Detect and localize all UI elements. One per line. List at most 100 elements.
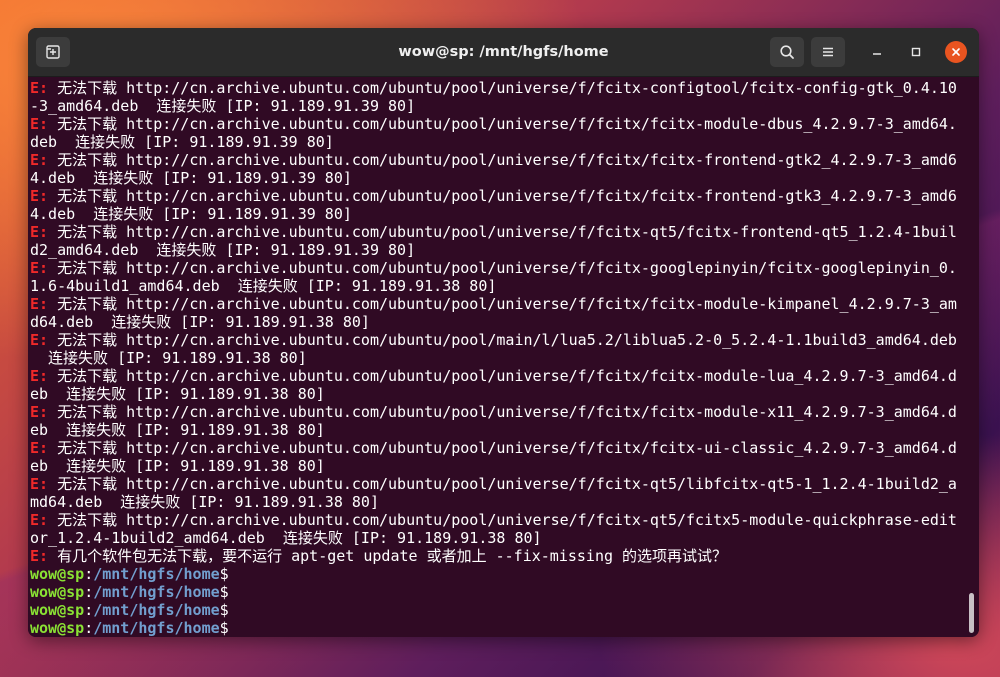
error-line: E: 无法下载 http://cn.archive.ubuntu.com/ubu… [30,223,979,241]
output-text: d2_amd64.deb 连接失败 [IP: 91.189.91.39 80] [30,241,416,259]
prompt-user: wow@sp [30,565,85,583]
prompt-path: /mnt/hgfs/home [93,619,220,637]
prompt-line: wow@sp:/mnt/hgfs/home$ [30,619,979,637]
prompt-colon: : [84,619,94,637]
error-prefix: E: [30,259,49,277]
error-prefix: E: [30,511,49,529]
error-message: 无法下载 http://cn.archive.ubuntu.com/ubuntu… [48,151,957,169]
output-line: deb 连接失败 [IP: 91.189.91.39 80] [30,133,979,151]
output-line: 1.6-4build1_amd64.deb 连接失败 [IP: 91.189.9… [30,277,979,295]
error-message: 无法下载 http://cn.archive.ubuntu.com/ubuntu… [48,475,957,493]
error-prefix: E: [30,295,49,313]
error-line: E: 无法下载 http://cn.archive.ubuntu.com/ubu… [30,511,979,529]
prompt-line: wow@sp:/mnt/hgfs/home$ [30,565,979,583]
output-text: -3_amd64.deb 连接失败 [IP: 91.189.91.39 80] [30,97,416,115]
output-text: eb 连接失败 [IP: 91.189.91.38 80] [30,385,325,403]
minimize-button[interactable] [866,41,888,63]
error-line: E: 无法下载 http://cn.archive.ubuntu.com/ubu… [30,151,979,169]
error-message: 无法下载 http://cn.archive.ubuntu.com/ubuntu… [48,403,957,421]
error-prefix: E: [30,547,49,565]
error-prefix: E: [30,79,49,97]
terminal-window[interactable]: wow@sp: /mnt/hgfs/home E: 无法下载 http://cn… [28,28,979,637]
prompt-colon: : [84,583,94,601]
terminal-cursor[interactable] [229,619,238,636]
output-line: 4.deb 连接失败 [IP: 91.189.91.39 80] [30,205,979,223]
search-icon [780,45,794,59]
output-text: md64.deb 连接失败 [IP: 91.189.91.38 80] [30,493,379,511]
output-text: 1.6-4build1_amd64.deb 连接失败 [IP: 91.189.9… [30,277,497,295]
error-prefix: E: [30,223,49,241]
output-line: eb 连接失败 [IP: 91.189.91.38 80] [30,421,979,439]
maximize-button[interactable] [905,41,927,63]
output-line: d2_amd64.deb 连接失败 [IP: 91.189.91.39 80] [30,241,979,259]
error-message: 无法下载 http://cn.archive.ubuntu.com/ubuntu… [48,187,957,205]
error-message: 无法下载 http://cn.archive.ubuntu.com/ubuntu… [48,115,957,133]
error-prefix: E: [30,187,49,205]
error-line: E: 无法下载 http://cn.archive.ubuntu.com/ubu… [30,115,979,133]
prompt-path: /mnt/hgfs/home [93,565,220,583]
minimize-icon [873,53,881,55]
output-line: -3_amd64.deb 连接失败 [IP: 91.189.91.39 80] [30,97,979,115]
prompt-dollar: $ [219,601,229,619]
error-line: E: 无法下载 http://cn.archive.ubuntu.com/ubu… [30,367,979,385]
error-prefix: E: [30,475,49,493]
error-line: E: 无法下载 http://cn.archive.ubuntu.com/ubu… [30,475,979,493]
close-button[interactable] [945,41,967,63]
output-text: deb 连接失败 [IP: 91.189.91.39 80] [30,133,334,151]
hamburger-menu-icon [823,47,833,57]
output-text: eb 连接失败 [IP: 91.189.91.38 80] [30,421,325,439]
output-text: d64.deb 连接失败 [IP: 91.189.91.38 80] [30,313,370,331]
prompt-path: /mnt/hgfs/home [93,583,220,601]
output-line: md64.deb 连接失败 [IP: 91.189.91.38 80] [30,493,979,511]
error-message: 无法下载 http://cn.archive.ubuntu.com/ubuntu… [48,331,957,349]
output-text: 连接失败 [IP: 91.189.91.38 80] [30,349,307,367]
title-bar[interactable]: wow@sp: /mnt/hgfs/home [28,28,979,77]
error-message: 无法下载 http://cn.archive.ubuntu.com/ubuntu… [48,79,957,97]
error-message: 无法下载 http://cn.archive.ubuntu.com/ubuntu… [48,259,957,277]
error-prefix: E: [30,439,49,457]
error-prefix: E: [30,331,49,349]
prompt-line: wow@sp:/mnt/hgfs/home$ [30,601,979,619]
error-line: E: 无法下载 http://cn.archive.ubuntu.com/ubu… [30,331,979,349]
prompt-colon: : [84,601,94,619]
terminal-output[interactable]: E: 无法下载 http://cn.archive.ubuntu.com/ubu… [28,77,979,637]
prompt-dollar: $ [219,565,229,583]
error-prefix: E: [30,115,49,133]
output-line: 连接失败 [IP: 91.189.91.38 80] [30,349,979,367]
error-prefix: E: [30,367,49,385]
error-line: E: 无法下载 http://cn.archive.ubuntu.com/ubu… [30,259,979,277]
terminal-scrollbar[interactable] [969,593,974,633]
new-tab-button[interactable] [36,37,70,67]
error-message: 无法下载 http://cn.archive.ubuntu.com/ubuntu… [48,367,957,385]
new-tab-icon [46,45,60,59]
error-message: 有几个软件包无法下载，要不运行 apt-get update 或者加上 --fi… [48,547,728,565]
error-line: E: 无法下载 http://cn.archive.ubuntu.com/ubu… [30,439,979,457]
output-text: or_1.2.4-1build2_amd64.deb 连接失败 [IP: 91.… [30,529,542,547]
maximize-icon [911,47,921,57]
error-prefix: E: [30,403,49,421]
prompt-colon: : [84,565,94,583]
menu-button[interactable] [811,37,845,67]
error-line: E: 无法下载 http://cn.archive.ubuntu.com/ubu… [30,79,979,97]
search-button[interactable] [770,37,804,67]
prompt-line: wow@sp:/mnt/hgfs/home$ [30,583,979,601]
error-message: 无法下载 http://cn.archive.ubuntu.com/ubuntu… [48,511,957,529]
error-line: E: 无法下载 http://cn.archive.ubuntu.com/ubu… [30,295,979,313]
output-line: 4.deb 连接失败 [IP: 91.189.91.39 80] [30,169,979,187]
output-line: eb 连接失败 [IP: 91.189.91.38 80] [30,385,979,403]
error-prefix: E: [30,151,49,169]
error-message: 无法下载 http://cn.archive.ubuntu.com/ubuntu… [48,439,957,457]
prompt-user: wow@sp [30,601,85,619]
output-line: or_1.2.4-1build2_amd64.deb 连接失败 [IP: 91.… [30,529,979,547]
output-line: eb 连接失败 [IP: 91.189.91.38 80] [30,457,979,475]
close-icon [952,48,960,56]
prompt-user: wow@sp [30,583,85,601]
output-text: 4.deb 连接失败 [IP: 91.189.91.39 80] [30,205,352,223]
error-line: E: 无法下载 http://cn.archive.ubuntu.com/ubu… [30,187,979,205]
error-message: 无法下载 http://cn.archive.ubuntu.com/ubuntu… [48,295,957,313]
output-line: d64.deb 连接失败 [IP: 91.189.91.38 80] [30,313,979,331]
error-line: E: 有几个软件包无法下载，要不运行 apt-get update 或者加上 -… [30,547,979,565]
output-text: eb 连接失败 [IP: 91.189.91.38 80] [30,457,325,475]
error-line: E: 无法下载 http://cn.archive.ubuntu.com/ubu… [30,403,979,421]
error-message: 无法下载 http://cn.archive.ubuntu.com/ubuntu… [48,223,957,241]
